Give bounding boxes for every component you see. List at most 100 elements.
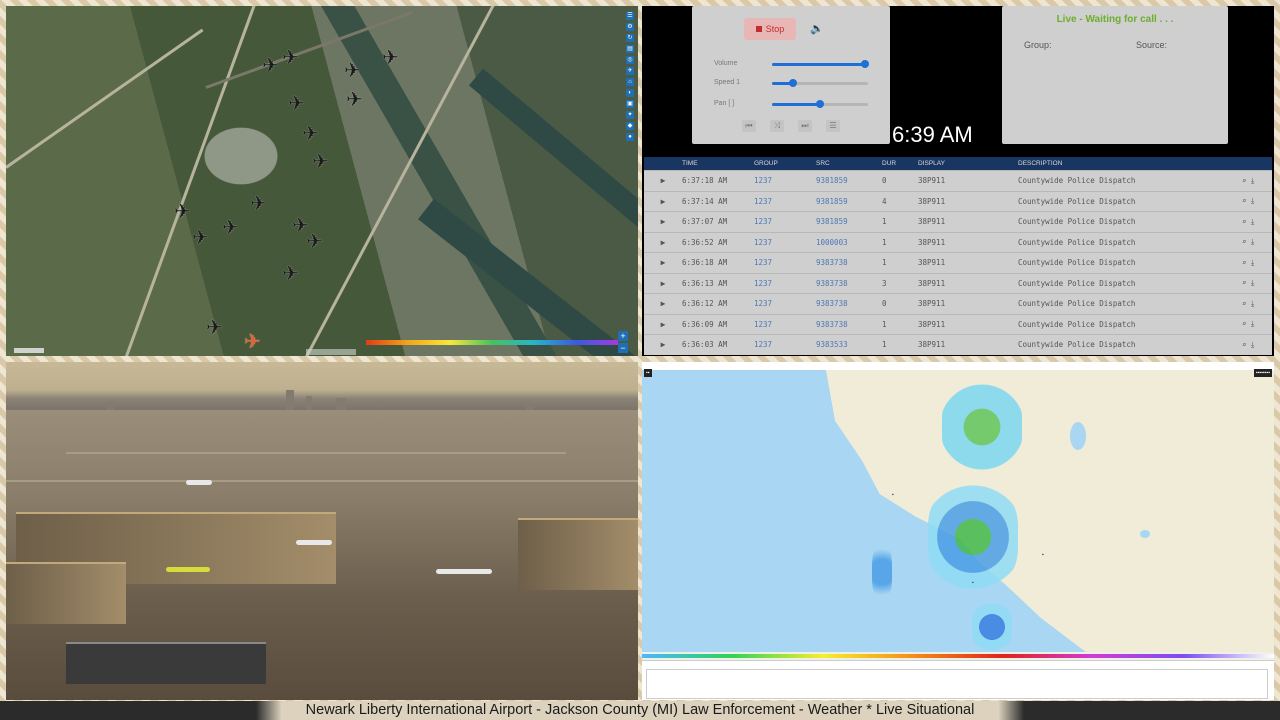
map-tool-button[interactable]: ↻ — [626, 34, 634, 42]
call-src[interactable]: 1000003 — [816, 231, 882, 253]
download-icon[interactable]: ⤓ — [1247, 237, 1254, 246]
play-icon[interactable]: ▶ — [644, 170, 682, 191]
speed-slider[interactable]: Speed 1 — [712, 77, 872, 89]
column-header[interactable]: DISPLAY — [918, 157, 1018, 171]
aircraft-icon[interactable]: ✈ — [222, 218, 239, 238]
aircraft-icon[interactable]: ✈ — [382, 48, 399, 68]
flight-tracker-map[interactable]: ✈ ✈ ✈ ✈ ✈ ✈ ✈ ✈ ✈ ✈ ✈ ✈ ✈ ✈ ✈ ✈ ✈ ☰ ⚙ ↻ … — [6, 6, 638, 356]
call-src[interactable]: 9383738 — [816, 313, 882, 335]
speaker-icon[interactable]: 🔈 — [810, 22, 824, 35]
column-header[interactable]: DESCRIPTION — [1018, 157, 1242, 171]
call-row[interactable]: ▶ 6:36:52 AM 1237 1000003 1 38P911 Countywide … — [644, 231, 1272, 253]
aircraft-icon[interactable]: ✈ — [282, 264, 299, 284]
call-description: Countywide Police Dispatch — [1018, 293, 1242, 314]
play-icon[interactable]: ▶ — [644, 190, 682, 212]
map-tool-button[interactable]: ☰ — [626, 12, 634, 20]
volume-slider[interactable]: Volume — [712, 58, 872, 70]
map-tool-button[interactable]: ⌂ — [626, 78, 634, 86]
aircraft-icon[interactable]: ✈ — [174, 202, 191, 222]
download-icon[interactable]: ⤓ — [1247, 340, 1254, 349]
call-group[interactable]: 1237 — [754, 231, 816, 253]
call-src[interactable]: 9381859 — [816, 170, 882, 191]
call-src[interactable]: 9383738 — [816, 252, 882, 273]
map-tool-button[interactable]: ◐ — [626, 89, 634, 97]
call-src[interactable]: 9381859 — [816, 211, 882, 232]
aircraft-icon[interactable]: ✈ — [312, 152, 329, 172]
aircraft-icon[interactable]: ✈ — [192, 228, 209, 248]
call-group[interactable]: 1237 — [754, 272, 816, 294]
aircraft-icon[interactable]: ✈ — [288, 94, 305, 114]
play-icon[interactable]: ▶ — [644, 272, 682, 294]
column-header[interactable]: GROUP — [754, 157, 816, 171]
call-group[interactable]: 1237 — [754, 293, 816, 314]
shuffle-icon[interactable]: ⤨ — [770, 120, 784, 132]
call-group[interactable]: 1237 — [754, 170, 816, 191]
play-icon[interactable]: ▶ — [644, 334, 682, 355]
aircraft-icon[interactable]: ✈ — [262, 56, 279, 76]
download-icon[interactable]: ⤓ — [1247, 319, 1254, 328]
call-row[interactable]: ▶ 6:36:12 AM 1237 9383738 0 38P911 Countywide … — [644, 293, 1272, 314]
play-icon[interactable]: ▶ — [644, 313, 682, 335]
download-icon[interactable]: ⤓ — [1247, 299, 1254, 308]
call-src[interactable]: 9383738 — [816, 272, 882, 294]
aircraft-icon[interactable]: ✈ — [306, 232, 323, 252]
column-header[interactable]: TIME — [682, 157, 754, 171]
call-group[interactable]: 1237 — [754, 313, 816, 335]
zoom-out-button[interactable]: − — [618, 343, 628, 353]
play-icon[interactable]: ▶ — [644, 252, 682, 273]
call-row[interactable]: ▶ 6:36:13 AM 1237 9383738 3 38P911 Countywide … — [644, 272, 1272, 294]
call-row[interactable]: ▶ 6:37:14 AM 1237 9381859 4 38P911 Countywide … — [644, 190, 1272, 212]
play-icon[interactable]: ▶ — [644, 211, 682, 232]
slider-track[interactable] — [772, 60, 870, 68]
map-tool-button[interactable]: ◆ — [626, 122, 634, 130]
slider-knob[interactable] — [789, 79, 798, 87]
call-src[interactable]: 9381859 — [816, 190, 882, 212]
map-tool-button[interactable]: ● — [626, 133, 634, 141]
play-icon[interactable]: ▶ — [644, 231, 682, 253]
selected-aircraft-icon[interactable]: ✈ — [244, 332, 261, 352]
call-row[interactable]: ▶ 6:36:03 AM 1237 9383533 1 38P911 Countywide … — [644, 334, 1272, 355]
aircraft-icon[interactable]: ✈ — [282, 48, 299, 68]
alerts-table[interactable] — [646, 669, 1268, 699]
slider-knob[interactable] — [816, 100, 824, 108]
call-src[interactable]: 9383533 — [816, 334, 882, 355]
stop-button[interactable]: Stop — [744, 18, 796, 40]
aircraft-icon[interactable]: ✈ — [302, 124, 319, 144]
slider-track[interactable] — [772, 100, 868, 108]
call-group[interactable]: 1237 — [754, 334, 816, 355]
call-group[interactable]: 1237 — [754, 190, 816, 212]
column-header[interactable]: DUR — [882, 157, 918, 171]
aircraft-icon[interactable]: ✈ — [206, 318, 223, 338]
weather-radar-map[interactable]: ▪ ▪ ▪ ▪▪ ▪▪▪▪▪▪▪▪ — [642, 362, 1274, 700]
pan-slider[interactable]: Pan [ ] — [712, 98, 872, 110]
map-tool-button[interactable]: ▣ — [626, 100, 634, 108]
download-icon[interactable]: ⤓ — [1247, 196, 1254, 205]
play-icon[interactable]: ▶ — [644, 293, 682, 314]
call-group[interactable]: 1237 — [754, 211, 816, 232]
slider-knob[interactable] — [861, 60, 870, 68]
call-src[interactable]: 9383738 — [816, 293, 882, 314]
download-icon[interactable]: ⤓ — [1247, 217, 1254, 226]
call-row[interactable]: ▶ 6:36:09 AM 1237 9383738 1 38P911 Countywide … — [644, 313, 1272, 335]
call-group[interactable]: 1237 — [754, 252, 816, 273]
download-icon[interactable]: ⤓ — [1247, 258, 1254, 267]
skip-back-icon[interactable]: ⏮ — [742, 120, 756, 132]
download-icon[interactable]: ⤓ — [1247, 176, 1254, 185]
call-row[interactable]: ▶ 6:37:07 AM 1237 9381859 1 38P911 Countywide … — [644, 211, 1272, 232]
map-tool-button[interactable]: ⚙ — [626, 23, 634, 31]
map-tool-button[interactable]: ▤ — [626, 45, 634, 53]
call-row[interactable]: ▶ 6:37:18 AM 1237 9381859 0 38P911 Countywide … — [644, 170, 1272, 191]
list-icon[interactable]: ☰ — [826, 120, 840, 132]
aircraft-icon[interactable]: ✈ — [344, 61, 361, 81]
aircraft-icon[interactable]: ✈ — [346, 90, 363, 110]
download-icon[interactable]: ⤓ — [1247, 278, 1254, 287]
slider-track[interactable] — [772, 79, 868, 87]
aircraft-icon[interactable]: ✈ — [250, 194, 267, 214]
map-tool-button[interactable]: ✈ — [626, 67, 634, 75]
column-header[interactable]: SRC — [816, 157, 882, 171]
map-tool-button[interactable]: ✦ — [626, 111, 634, 119]
call-row[interactable]: ▶ 6:36:18 AM 1237 9383738 1 38P911 Countywide … — [644, 252, 1272, 273]
zoom-in-button[interactable]: + — [618, 331, 628, 341]
map-tool-button[interactable]: ◎ — [626, 56, 634, 64]
skip-forward-icon[interactable]: ⏭ — [798, 120, 812, 132]
